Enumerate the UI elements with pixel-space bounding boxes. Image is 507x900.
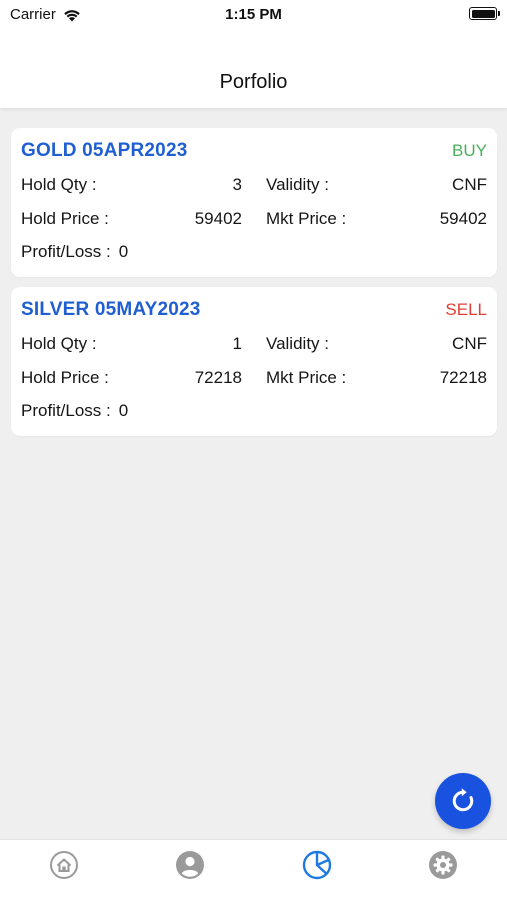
- refresh-icon: [452, 788, 474, 812]
- tab-profile[interactable]: [175, 850, 205, 880]
- profit-loss-label: Profit/Loss :: [21, 401, 111, 420]
- hold-price-label: Hold Price :: [21, 368, 109, 387]
- mkt-price-value: 72218: [439, 368, 487, 387]
- tab-bar: [0, 839, 507, 900]
- position-symbol: GOLD 05APR2023: [21, 140, 188, 161]
- hold-qty-row: Hold Qty : 1 Validity : CNF: [11, 334, 497, 356]
- profit-loss-value: 0: [118, 401, 129, 420]
- refresh-button[interactable]: [435, 773, 491, 829]
- validity-value: CNF: [452, 175, 487, 194]
- user-icon: [176, 851, 204, 879]
- profit-loss-label: Profit/Loss :: [21, 242, 111, 261]
- home-icon: [50, 851, 78, 879]
- hold-price-label: Hold Price :: [21, 209, 109, 228]
- price-row: Hold Price : 59402 Mkt Price : 59402: [11, 209, 497, 231]
- tab-settings[interactable]: [428, 850, 458, 880]
- hold-qty-value: 1: [232, 334, 242, 353]
- position-card[interactable]: GOLD 05APR2023 BUY Hold Qty : 3 Validity…: [11, 128, 497, 277]
- hold-qty-value: 3: [232, 175, 242, 194]
- mkt-price-value: 59402: [439, 209, 487, 228]
- tab-home[interactable]: [49, 850, 79, 880]
- status-time: 1:15 PM: [225, 6, 282, 23]
- hold-price-value: 72218: [194, 368, 242, 387]
- hold-qty-row: Hold Qty : 3 Validity : CNF: [11, 175, 497, 197]
- gear-icon: [429, 851, 457, 879]
- mkt-price-label: Mkt Price :: [266, 209, 347, 228]
- profit-loss-row: Profit/Loss : 0: [21, 242, 128, 262]
- position-card[interactable]: SILVER 05MAY2023 SELL Hold Qty : 1 Valid…: [11, 287, 497, 436]
- tab-portfolio[interactable]: [302, 850, 332, 880]
- hold-price-value: 59402: [194, 209, 242, 228]
- mkt-price-label: Mkt Price :: [266, 368, 347, 387]
- navigation-bar: Porfolio: [0, 30, 507, 108]
- position-symbol: SILVER 05MAY2023: [21, 299, 201, 320]
- battery-icon: [469, 7, 500, 20]
- price-row: Hold Price : 72218 Mkt Price : 72218: [11, 368, 497, 390]
- status-bar: Carrier 1:15 PM: [0, 0, 507, 30]
- profit-loss-value: 0: [118, 242, 129, 261]
- page-title: Porfolio: [219, 71, 288, 93]
- position-side-badge: BUY: [452, 141, 487, 160]
- validity-label: Validity :: [266, 334, 329, 353]
- validity-label: Validity :: [266, 175, 329, 194]
- hold-qty-label: Hold Qty :: [21, 334, 97, 353]
- profit-loss-row: Profit/Loss : 0: [21, 401, 128, 421]
- validity-value: CNF: [452, 334, 487, 353]
- hold-qty-label: Hold Qty :: [21, 175, 97, 194]
- position-side-badge: SELL: [445, 300, 487, 319]
- pie-chart-icon: [302, 850, 332, 880]
